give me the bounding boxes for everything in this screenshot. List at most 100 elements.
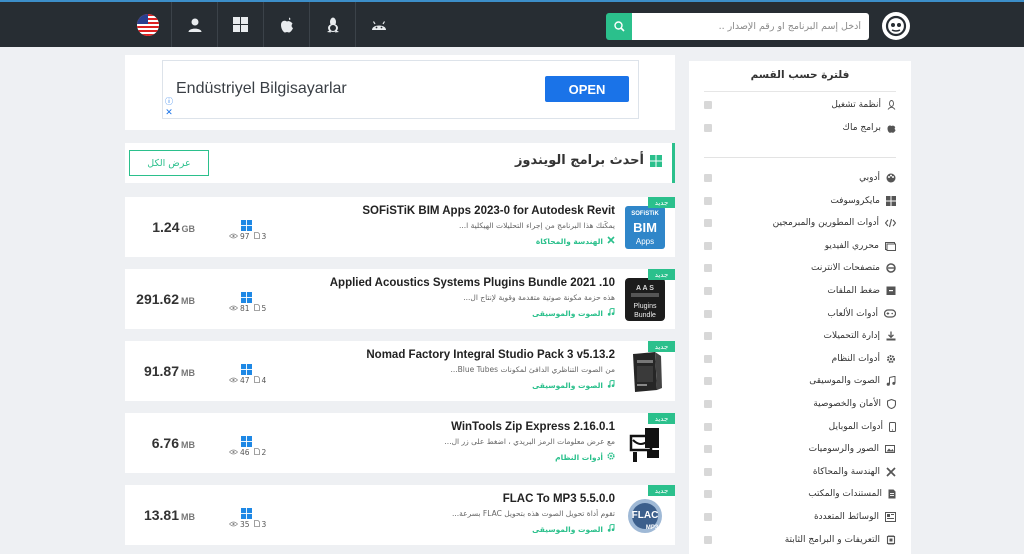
svg-text:A A S: A A S xyxy=(636,285,654,292)
program-thumbnail[interactable]: FLAC MP3 xyxy=(625,494,665,537)
views-count: 35 xyxy=(240,520,250,529)
category-checkbox[interactable] xyxy=(704,287,712,295)
sidebar-category-item[interactable]: أنظمة تشغيل xyxy=(704,96,896,114)
ad-open-button[interactable]: OPEN xyxy=(545,76,629,102)
program-card[interactable]: 291.62 MB 81 5 Applied Acoustics Systems … xyxy=(125,269,675,329)
new-badge: جديد xyxy=(648,413,675,424)
program-card[interactable]: 6.76 MB 46 2 WinTools Zip Express 2.16.0.… xyxy=(125,413,675,473)
windows-filter-button[interactable] xyxy=(217,2,263,47)
language-flag-button[interactable] xyxy=(125,2,171,47)
sidebar-category-item[interactable]: أدوات الألعاب xyxy=(704,305,896,323)
category-checkbox[interactable] xyxy=(704,196,712,205)
os-filter-bar xyxy=(125,2,401,47)
category-checkbox[interactable] xyxy=(704,490,712,499)
category-label-wrap: الهندسة والمحاكاة xyxy=(813,467,896,477)
search-button[interactable] xyxy=(606,13,632,40)
sidebar-category-item[interactable]: إدارة التحميلات xyxy=(704,327,896,345)
ad-info-icon[interactable]: ⓘ xyxy=(164,97,174,107)
linux-filter-button[interactable] xyxy=(309,2,355,47)
file-size: 1.24 GB xyxy=(125,197,195,257)
category-checkbox[interactable] xyxy=(704,467,712,476)
section-title: أحدث برامج الويندوز xyxy=(515,153,662,168)
program-card[interactable]: 1.24 GB 97 3 SOFiSTiK BIM Apps 2023-0 for… xyxy=(125,197,675,257)
apple-icon xyxy=(280,17,293,32)
category-label-wrap: المستندات والمكتب xyxy=(808,489,896,499)
category-checkbox[interactable] xyxy=(704,264,712,273)
apple-icon xyxy=(887,123,896,133)
category-checkbox[interactable] xyxy=(704,377,712,386)
svg-text:MP3: MP3 xyxy=(646,525,659,531)
category-checkbox[interactable] xyxy=(704,241,712,250)
category-checkbox[interactable] xyxy=(704,354,712,363)
category-checkbox[interactable] xyxy=(704,332,712,341)
sidebar-category-item[interactable]: الأمان والخصوصية xyxy=(704,395,896,413)
category-checkbox[interactable] xyxy=(704,513,712,521)
sidebar-category-item[interactable]: متصفحات الانترنت xyxy=(704,259,896,277)
file-size-unit: MB xyxy=(181,439,195,450)
sidebar-category-item[interactable]: الهندسة والمحاكاة xyxy=(704,463,896,481)
file-size-unit: MB xyxy=(181,367,195,378)
category-label-wrap: محرري الفيديو xyxy=(825,241,896,251)
svg-text:Bundle: Bundle xyxy=(634,312,656,319)
sidebar-title: فلترة حسب القسم xyxy=(750,69,850,81)
program-thumbnail[interactable] xyxy=(625,422,665,465)
program-title[interactable]: Applied Acoustics Systems Plugins Bundle… xyxy=(275,277,615,289)
user-button[interactable] xyxy=(171,2,217,47)
sidebar-category-item[interactable]: الصور والرسوميات xyxy=(704,440,896,458)
program-card[interactable]: 91.87 MB 47 4 Nomad Factory Integral Stud… xyxy=(125,341,675,401)
android-icon xyxy=(371,20,386,30)
program-card[interactable]: 13.81 MB 35 3 FLAC To MP3 5.5.0.0 تقوم أد… xyxy=(125,485,675,545)
category-checkbox[interactable] xyxy=(704,309,712,318)
ad-banner[interactable]: Endüstriyel Bilgisayarlar OPEN ⓘ ✕ xyxy=(162,60,639,119)
program-thumbnail[interactable]: SOFiSTiK BIM Apps xyxy=(625,206,665,249)
files-count: 2 xyxy=(261,448,267,457)
program-thumbnail[interactable] xyxy=(625,350,665,393)
category-label-wrap: ضغط الملفات xyxy=(827,286,896,296)
sidebar-category-item[interactable]: أدوبي xyxy=(704,169,896,187)
sidebar-category-item[interactable]: مايكروسوفت xyxy=(704,192,896,210)
category-icon xyxy=(607,236,615,246)
program-category[interactable]: الصوت والموسيقى xyxy=(275,523,615,534)
android-filter-button[interactable] xyxy=(355,2,401,47)
category-checkbox[interactable] xyxy=(704,535,712,544)
category-checkbox[interactable] xyxy=(704,445,712,454)
category-label: الوسائط المتعددة xyxy=(813,512,879,522)
program-category[interactable]: الصوت والموسيقى xyxy=(275,379,615,390)
sidebar-category-item[interactable]: أدوات الموبايل xyxy=(704,418,896,436)
program-category[interactable]: الصوت والموسيقى xyxy=(275,307,615,318)
category-checkbox[interactable] xyxy=(704,101,712,109)
sidebar-category-item[interactable]: محرري الفيديو xyxy=(704,237,896,255)
sidebar-category-item[interactable]: أدوات المطورين والمبرمجين xyxy=(704,214,896,232)
program-title[interactable]: WinTools Zip Express 2.16.0.1 xyxy=(275,421,615,433)
category-checkbox[interactable] xyxy=(704,422,712,431)
category-checkbox[interactable] xyxy=(704,219,712,228)
program-title[interactable]: FLAC To MP3 5.5.0.0 xyxy=(275,493,615,505)
category-checkbox[interactable] xyxy=(704,400,712,408)
file-size-value: 13.81 xyxy=(143,507,179,523)
search-input[interactable] xyxy=(632,13,869,40)
sidebar-category-item[interactable]: التعريفات و البرامج الثابتة xyxy=(704,531,896,549)
view-all-button[interactable]: عرض الكل xyxy=(129,150,209,176)
file-icon xyxy=(253,232,260,241)
program-category[interactable]: أدوات النظام xyxy=(275,452,615,462)
sidebar-category-item[interactable]: الوسائط المتعددة xyxy=(704,508,896,526)
program-thumbnail[interactable]: A A S Plugins Bundle xyxy=(625,278,665,321)
sidebar-category-item[interactable]: أدوات النظام xyxy=(704,350,896,368)
ad-close-icon[interactable]: ✕ xyxy=(164,108,174,118)
category-checkbox[interactable] xyxy=(704,174,712,182)
program-title[interactable]: SOFiSTiK BIM Apps 2023-0 for Autodesk Re… xyxy=(275,205,615,217)
mac-filter-button[interactable] xyxy=(263,2,309,47)
category-checkbox[interactable] xyxy=(704,124,712,132)
ad-container: Endüstriyel Bilgisayarlar OPEN ⓘ ✕ xyxy=(125,55,675,130)
sidebar-category-item[interactable]: الصوت والموسيقى xyxy=(704,372,896,390)
code-icon xyxy=(885,218,896,228)
file-size: 6.76 MB xyxy=(125,413,195,473)
sidebar-category-item[interactable]: ضغط الملفات xyxy=(704,282,896,300)
file-icon xyxy=(253,520,260,529)
sidebar-category-item[interactable]: المستندات والمكتب xyxy=(704,485,896,503)
program-category[interactable]: الهندسة والمحاكاة xyxy=(275,236,615,246)
site-logo[interactable] xyxy=(882,12,910,40)
file-icon xyxy=(253,376,260,385)
sidebar-category-item[interactable]: برامج ماك xyxy=(704,119,896,137)
program-title[interactable]: Nomad Factory Integral Studio Pack 3 v5.… xyxy=(275,349,615,361)
